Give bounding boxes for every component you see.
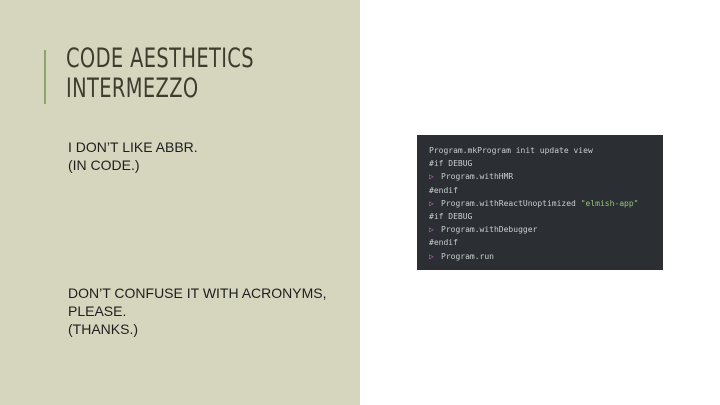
slide-title-line-1: CODE AESTHETICS [66, 43, 254, 74]
body-text-abbr: I DON’T LIKE ABBR. (IN CODE.) [68, 138, 198, 174]
pipe-arrow-icon: ▷ [429, 225, 434, 235]
pipe-arrow-icon: ▷ [429, 172, 434, 182]
body-text-acronyms: DON’T CONFUSE IT WITH ACRONYMS, PLEASE. … [68, 284, 327, 338]
body-text-abbr-line-1: I DON’T LIKE ABBR. [68, 139, 198, 155]
left-panel: CODE AESTHETICS INTERMEZZO I DON’T LIKE … [0, 0, 360, 405]
code-line: #endif [429, 238, 458, 248]
body-text-acronyms-line-2: PLEASE. [68, 303, 127, 319]
code-snippet-image: Program.mkProgram init update view #if D… [417, 135, 663, 270]
code-line: #endif [429, 185, 458, 195]
body-text-abbr-line-2: (IN CODE.) [68, 157, 140, 173]
body-text-acronyms-line-1: DON’T CONFUSE IT WITH ACRONYMS, [68, 285, 327, 301]
body-text-acronyms-line-3: (THANKS.) [68, 321, 138, 337]
code-line: #if DEBUG [429, 159, 473, 169]
slide-title-line-2: INTERMEZZO [66, 73, 199, 104]
code-line: ▷ Program.run [429, 250, 663, 263]
pipe-arrow-icon: ▷ [429, 251, 434, 261]
title-accent-bar [44, 50, 46, 104]
slide-title: CODE AESTHETICS INTERMEZZO [66, 44, 254, 104]
code-line: ▷ Program.withHMR [429, 170, 663, 183]
code-line: ▷ Program.withReactUnoptimized "elmish-ap… [429, 197, 663, 210]
code-string-literal: "elmish-app" [580, 198, 639, 208]
code-line: ▷ Program.withDebugger [429, 223, 663, 236]
pipe-arrow-icon: ▷ [429, 198, 434, 208]
code-line: #if DEBUG [429, 211, 473, 221]
code-line: Program.mkProgram init update view [429, 146, 593, 155]
